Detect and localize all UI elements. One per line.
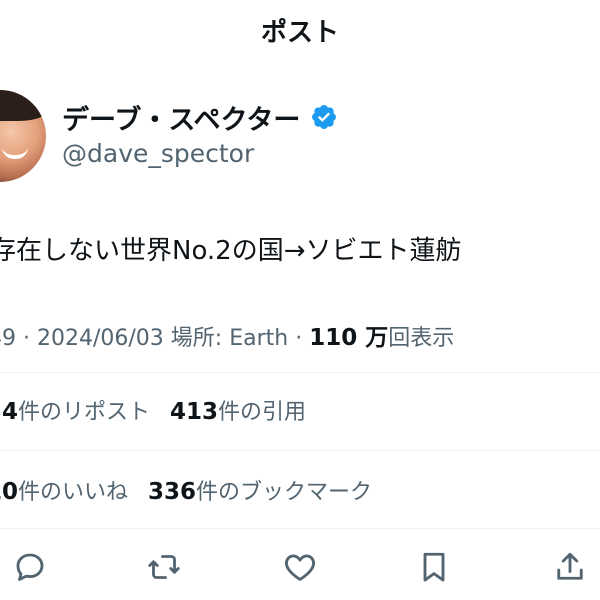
reply-icon (16, 553, 44, 581)
post-date[interactable]: 2024/06/03 (37, 326, 164, 351)
like-button[interactable] (282, 549, 318, 585)
share-icon (557, 552, 583, 580)
post-time[interactable]: 49 (0, 326, 16, 351)
likes-count: 10 (0, 479, 19, 505)
meta-separator-2: · (288, 326, 310, 351)
meta-separator: · (16, 326, 37, 351)
divider (0, 450, 600, 451)
views-count: 110 万 (309, 325, 389, 351)
repost-button[interactable] (146, 549, 182, 585)
author-display-name[interactable]: デーブ・スペクター (62, 98, 300, 137)
quotes-count: 413 (170, 399, 219, 425)
bookmark-button[interactable] (416, 549, 452, 585)
bookmarks-count: 336 (148, 479, 197, 505)
author-handle[interactable]: @dave_spector (62, 139, 254, 168)
page-title: ポスト (260, 18, 339, 48)
reply-button[interactable] (12, 549, 48, 585)
share-button[interactable] (552, 549, 588, 585)
like-bookmark-stats: 10件のいいね 336件のブックマーク (0, 474, 372, 506)
verified-badge-icon (312, 105, 336, 129)
like-icon (285, 554, 315, 581)
avatar[interactable] (0, 90, 46, 182)
post-text: う存在しない世界No.2の国→ソビエト蓮舫 (0, 236, 462, 266)
action-bar (0, 545, 600, 589)
post-meta: 49 · 2024/06/03 場所: Earth · 110 万回表示 (0, 318, 454, 352)
divider (0, 528, 600, 529)
quotes-link[interactable]: 413件の引用 (170, 399, 307, 425)
avatar-smile (1, 147, 28, 160)
bookmarks-link[interactable]: 336件のブックマーク (148, 479, 373, 505)
repost-quote-stats: 34件のリポスト 413件の引用 (0, 394, 306, 426)
likes-link[interactable]: 10件のいいね (0, 479, 129, 505)
post-detail-page: ポスト デーブ・スペクター @dave_spector う存在しない世界No.2… (0, 0, 600, 600)
views-label: 回表示 (388, 326, 455, 351)
reposts-label: 件のリポスト (18, 400, 151, 425)
reposts-link[interactable]: 34件のリポスト (0, 399, 151, 425)
avatar-hair (0, 90, 46, 122)
post-location: 場所: Earth (170, 326, 289, 351)
repost-icon (148, 555, 180, 579)
likes-label: 件のいいね (18, 480, 129, 505)
divider (0, 372, 600, 373)
reposts-count: 34 (0, 399, 19, 425)
quotes-label: 件の引用 (218, 400, 307, 425)
bookmarks-label: 件のブックマーク (196, 480, 373, 505)
bookmark-icon (423, 552, 445, 582)
